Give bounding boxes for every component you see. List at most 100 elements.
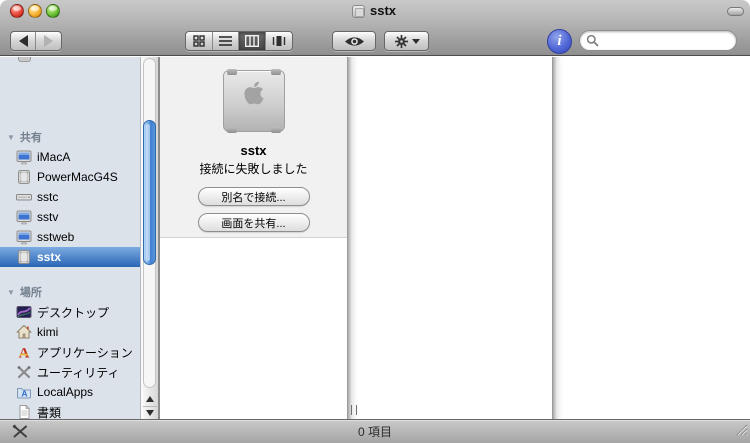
sidebar-section-shared[interactable]: ▼ 共有 bbox=[0, 127, 140, 147]
section-label: 場所 bbox=[20, 284, 42, 300]
sidebar-item-sstx[interactable]: sstx bbox=[0, 247, 140, 267]
share-screen-button[interactable]: 画面を共有... bbox=[198, 213, 310, 232]
sidebar-item-sstc[interactable]: sstc bbox=[0, 187, 140, 207]
sidebar-item-utilities[interactable]: ユーティリティ bbox=[0, 362, 140, 382]
search-input[interactable] bbox=[602, 33, 727, 49]
list-view-icon bbox=[219, 35, 232, 47]
disclosure-triangle-icon[interactable]: ▼ bbox=[7, 288, 15, 297]
sidebar-item-applications[interactable]: A アプリケーション bbox=[0, 342, 140, 362]
sidebar-item-label: アプリケーション bbox=[37, 344, 133, 361]
display-icon bbox=[16, 209, 32, 225]
section-label: 共有 bbox=[20, 129, 42, 145]
sidebar-item-label: sstx bbox=[37, 250, 61, 264]
tower-foot bbox=[271, 127, 281, 133]
sidebar: ▼ 共有 iMacA PowerMacG4S sstc bbox=[0, 57, 140, 419]
desktop-icon bbox=[16, 304, 32, 320]
column-2 bbox=[359, 57, 552, 419]
sidebar-item-label: sstweb bbox=[37, 230, 74, 244]
arrow-down-icon bbox=[146, 410, 154, 416]
forward-button[interactable] bbox=[36, 32, 61, 50]
scrollbar-thumb[interactable] bbox=[143, 120, 156, 265]
column-scrollbar-track bbox=[347, 57, 359, 419]
scroll-up-button[interactable] bbox=[143, 393, 157, 405]
sidebar-item-desktop[interactable]: デスクトップ bbox=[0, 302, 140, 322]
server-icon bbox=[223, 70, 285, 132]
connection-status: 接続に失敗しました bbox=[160, 160, 347, 177]
finder-window: sstx bbox=[0, 0, 750, 443]
arrow-up-icon bbox=[146, 396, 154, 402]
close-button[interactable] bbox=[10, 4, 24, 18]
icon-view-button[interactable] bbox=[186, 32, 213, 50]
folder-icon: A bbox=[16, 384, 32, 400]
sidebar-item-imaca[interactable]: iMacA bbox=[0, 147, 140, 167]
sidebar-item-label: 書類 bbox=[37, 404, 61, 421]
applications-icon: A bbox=[16, 344, 32, 360]
svg-text:A: A bbox=[21, 389, 27, 399]
sidebar-item-localapps[interactable]: A LocalApps bbox=[0, 382, 140, 402]
sidebar-section-places[interactable]: ▼ 場所 bbox=[0, 282, 140, 302]
home-icon bbox=[16, 324, 32, 340]
zoom-button[interactable] bbox=[46, 4, 60, 18]
sidebar-item-label: kimi bbox=[37, 325, 58, 339]
disclosure-triangle-icon[interactable]: ▼ bbox=[7, 133, 15, 142]
display-icon bbox=[16, 229, 32, 245]
navigation-buttons bbox=[10, 31, 62, 51]
scrolled-item-icon bbox=[18, 57, 31, 62]
server-preview-panel: sstx 接続に失敗しました 別名で接続... 画面を共有... bbox=[160, 57, 347, 238]
sidebar-item-label: sstc bbox=[37, 190, 58, 204]
item-count: 0 項目 bbox=[0, 420, 750, 443]
minimize-button[interactable] bbox=[28, 4, 42, 18]
scroll-down-button[interactable] bbox=[143, 406, 157, 418]
proxy-icon[interactable] bbox=[352, 5, 365, 18]
server-name: sstx bbox=[160, 143, 347, 158]
window-title: sstx bbox=[370, 3, 396, 18]
quick-look-button[interactable] bbox=[332, 31, 376, 51]
tower-handle bbox=[227, 69, 237, 75]
coverflow-view-icon bbox=[272, 35, 286, 47]
apple-logo-icon bbox=[244, 80, 264, 106]
sidebar-item-powermacg4s[interactable]: PowerMacG4S bbox=[0, 167, 140, 187]
resize-grip-icon[interactable] bbox=[734, 422, 748, 441]
svg-text:A: A bbox=[19, 346, 30, 361]
eye-icon bbox=[344, 35, 365, 48]
sidebar-item-label: LocalApps bbox=[37, 385, 93, 399]
toolbar-toggle-pill[interactable] bbox=[727, 7, 744, 16]
tower-handle bbox=[271, 69, 281, 75]
forward-icon bbox=[44, 35, 53, 47]
view-mode-segmented-control bbox=[185, 31, 293, 51]
search-field[interactable] bbox=[579, 30, 737, 51]
sidebar-item-label: デスクトップ bbox=[37, 304, 109, 321]
column-resize-handle[interactable] bbox=[351, 405, 357, 415]
sidebar-scrollbar[interactable] bbox=[140, 57, 158, 419]
action-menu-button[interactable] bbox=[384, 31, 429, 51]
column-1: sstx 接続に失敗しました 別名で接続... 画面を共有... bbox=[160, 57, 347, 419]
column-view-button[interactable] bbox=[239, 32, 266, 50]
connect-as-button[interactable]: 別名で接続... bbox=[198, 187, 310, 206]
info-icon: i bbox=[557, 33, 561, 50]
document-icon bbox=[16, 404, 32, 420]
status-bar: 0 項目 bbox=[0, 419, 750, 443]
icon-view-icon bbox=[193, 35, 205, 47]
gear-icon bbox=[394, 34, 409, 49]
sidebar-item-label: sstv bbox=[37, 210, 58, 224]
column-3 bbox=[564, 57, 750, 419]
sidebar-item-sstv[interactable]: sstv bbox=[0, 207, 140, 227]
sidebar-item-home[interactable]: kimi bbox=[0, 322, 140, 342]
display-icon bbox=[16, 149, 32, 165]
dropdown-caret-icon bbox=[412, 39, 420, 44]
sidebar-item-label: iMacA bbox=[37, 150, 70, 164]
list-view-button[interactable] bbox=[213, 32, 240, 50]
coverflow-view-button[interactable] bbox=[266, 32, 292, 50]
tower-icon bbox=[16, 169, 32, 185]
rack-server-icon bbox=[16, 189, 32, 205]
column-scrollbar-track bbox=[552, 57, 564, 419]
column-view-icon bbox=[245, 35, 259, 47]
back-button[interactable] bbox=[11, 32, 36, 50]
info-button[interactable]: i bbox=[547, 29, 572, 54]
utilities-icon bbox=[16, 364, 32, 380]
back-icon bbox=[19, 35, 28, 47]
sidebar-item-label: PowerMacG4S bbox=[37, 170, 118, 184]
sidebar-item-sstweb[interactable]: sstweb bbox=[0, 227, 140, 247]
sidebar-item-label: ユーティリティ bbox=[37, 364, 120, 381]
window-chrome: sstx bbox=[0, 0, 750, 56]
